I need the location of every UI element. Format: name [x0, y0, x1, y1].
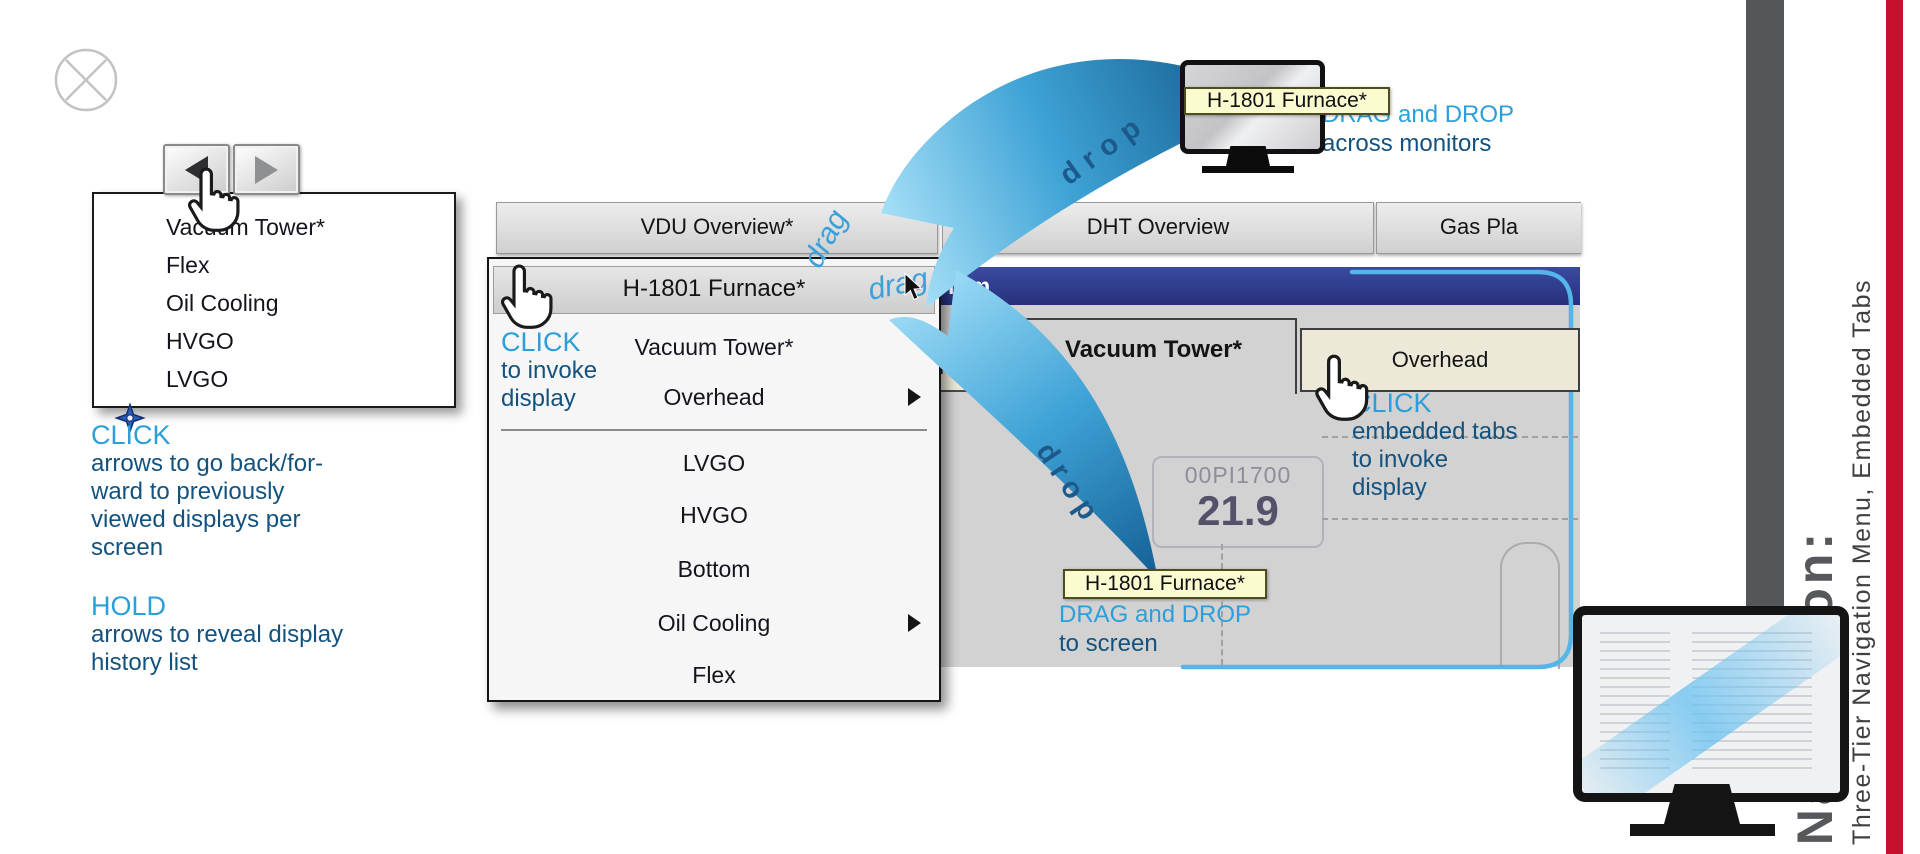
annotation-body: to invoke display — [501, 357, 597, 413]
dragged-display-label[interactable]: H-1801 Furnace* — [1184, 87, 1390, 115]
annotation-drag-drop-screen: DRAG and DROP to screen — [1059, 600, 1251, 658]
annotation-click-embedded: CLICK embedded tabs to invoke display — [1352, 388, 1517, 502]
monitor-stand — [1226, 146, 1270, 166]
annotation-body: arrows to go back/for- ward to previousl… — [91, 450, 323, 562]
tier1-tab-vdu-overview[interactable]: VDU Overview* — [496, 202, 938, 254]
menu-separator — [501, 429, 927, 431]
close-icon[interactable] — [53, 47, 119, 113]
workstation-monitor — [1573, 606, 1849, 802]
back-button[interactable] — [163, 144, 230, 195]
process-dashed-line — [1322, 518, 1578, 520]
display-titlebar: htm — [880, 267, 1580, 305]
annotation-head: DRAG and DROP — [1059, 600, 1251, 630]
embedded-tab-vacuum-tower[interactable]: Vacuum Tower* — [1010, 318, 1297, 394]
display-history-panel: Vacuum Tower* Flex Oil Cooling HVGO LVGO — [92, 192, 456, 408]
annotation-body: arrows to reveal display history list — [91, 621, 343, 677]
annotation-head: CLICK — [1352, 388, 1517, 418]
tier1-tab-gas-plant[interactable]: Gas Pla — [1376, 202, 1581, 254]
back-arrow-icon — [185, 156, 208, 184]
annotation-hold: HOLD arrows to reveal display history li… — [91, 591, 343, 677]
process-vessel-outline — [1500, 542, 1560, 669]
annotation-click-invoke: CLICK to invoke display — [501, 327, 597, 413]
history-item[interactable]: Flex — [166, 246, 209, 284]
annotation-body: across monitors — [1322, 130, 1514, 158]
dropped-display-label[interactable]: H-1801 Furnace* — [1063, 569, 1267, 599]
process-gauge: 00PI1700 21.9 — [1152, 456, 1324, 548]
embedded-tab-overhead[interactable]: Overhead — [1300, 328, 1580, 392]
annotation-body: embedded tabs to invoke display — [1352, 418, 1517, 502]
drop-label-1: drop — [1054, 107, 1155, 193]
menu-item-hvgo[interactable]: HVGO — [489, 498, 939, 532]
menu-item-label: Oil Cooling — [658, 610, 771, 636]
history-item[interactable]: Vacuum Tower* — [166, 208, 325, 246]
menu-item-bottom[interactable]: Bottom — [489, 552, 939, 586]
menu-item-oil-cooling[interactable]: Oil Cooling — [489, 606, 939, 640]
forward-button[interactable] — [233, 144, 300, 195]
navigation-menu: H-1801 Furnace* Vacuum Tower* Overhead L… — [487, 257, 941, 702]
forward-arrow-icon — [255, 156, 278, 184]
sidebar-red-bar — [1886, 0, 1903, 854]
annotation-body: to screen — [1059, 630, 1251, 658]
submenu-arrow-icon — [908, 614, 921, 632]
display-history-nav — [163, 144, 300, 195]
menu-item-label: Overhead — [663, 384, 764, 410]
tier1-tab-dht-overview[interactable]: DHT Overview — [942, 202, 1374, 254]
history-item[interactable]: Oil Cooling — [166, 284, 279, 322]
monitor-base — [1630, 824, 1775, 836]
menu-item-flex[interactable]: Flex — [489, 658, 939, 692]
monitor-stand — [1664, 784, 1740, 824]
gauge-value: 21.9 — [1154, 489, 1322, 533]
annotation-head: CLICK — [91, 420, 323, 450]
menu-item-lvgo[interactable]: LVGO — [489, 446, 939, 480]
annotation-head: HOLD — [91, 591, 343, 621]
history-item[interactable]: LVGO — [166, 360, 228, 398]
page-subtitle: Three-Tier Navigation Menu, Embedded Tab… — [1848, 279, 1877, 845]
history-item[interactable]: HVGO — [166, 322, 234, 360]
annotation-click-back: CLICK arrows to go back/for- ward to pre… — [91, 420, 323, 562]
gauge-tag: 00PI1700 — [1154, 462, 1322, 489]
monitor-base — [1202, 166, 1294, 173]
submenu-arrow-icon — [908, 388, 921, 406]
annotation-head: CLICK — [501, 327, 597, 357]
